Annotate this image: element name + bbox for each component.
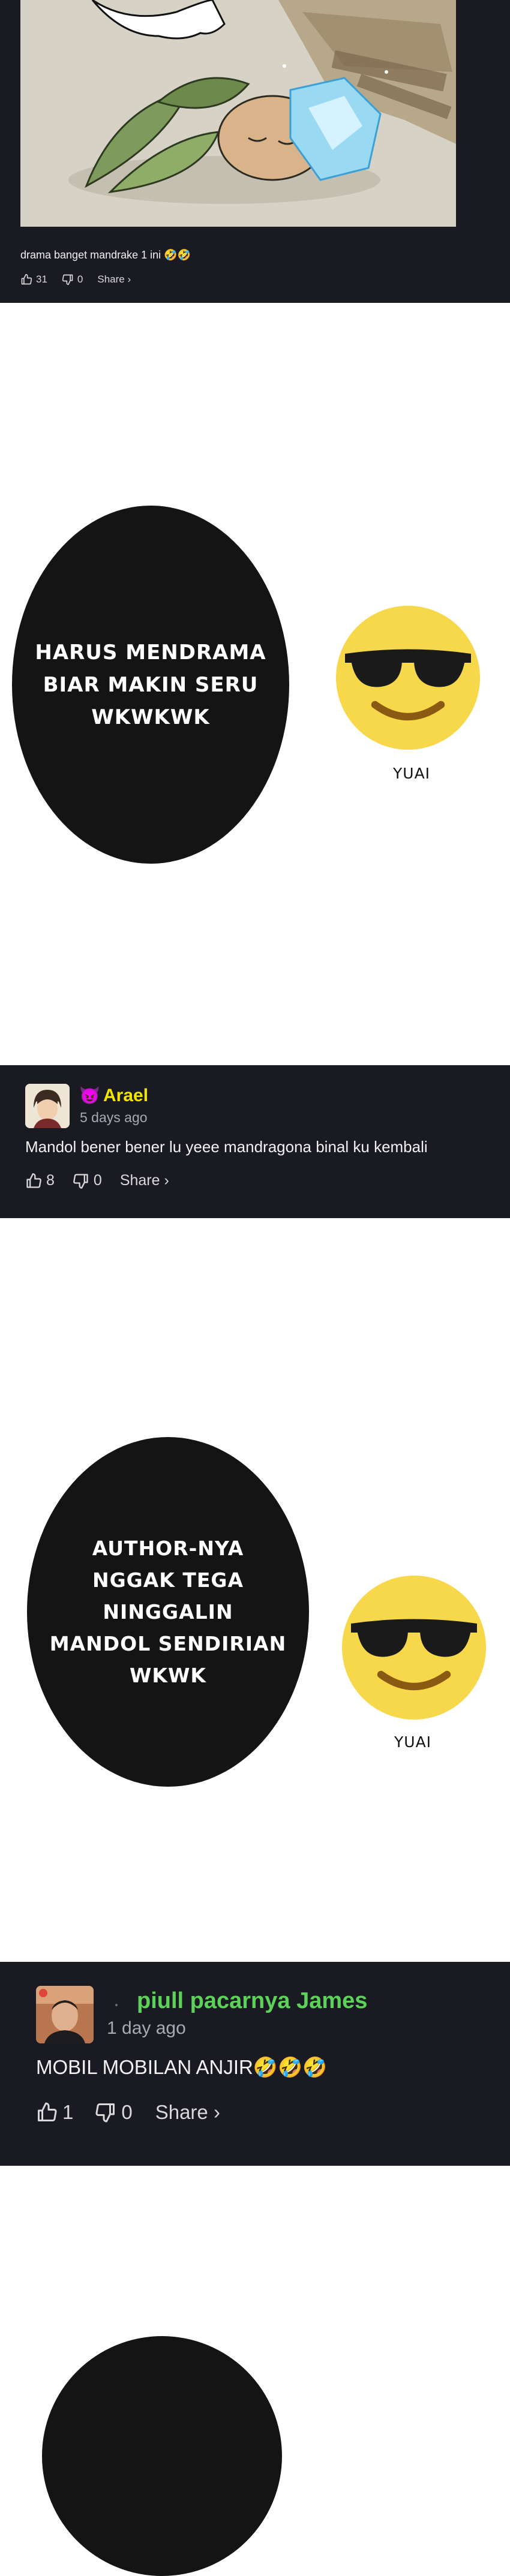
speech-bubble-3 <box>42 2336 282 2576</box>
like-count: 31 <box>36 273 47 285</box>
sunglasses-emoji-icon <box>342 1576 486 1720</box>
like-button[interactable]: 1 <box>36 2101 73 2124</box>
dislike-button[interactable]: 0 <box>62 273 83 285</box>
share-label: Share › <box>119 1172 169 1189</box>
speech-bubble-text: HARUS MENDRAMA BIAR MAKIN SERU WKWKWK <box>35 640 266 729</box>
comment-image[interactable] <box>20 0 456 227</box>
thumbs-up-icon <box>38 2102 57 2121</box>
share-label: Share › <box>97 273 131 285</box>
dislike-count: 0 <box>77 273 83 285</box>
thumbs-up-icon <box>26 1173 41 1188</box>
share-button[interactable]: Share › <box>155 2101 220 2124</box>
user-badge: 😈 <box>79 1086 100 1105</box>
username[interactable]: Arael <box>103 1086 148 1106</box>
thumbs-down-icon <box>62 274 73 285</box>
like-count: 8 <box>46 1172 55 1189</box>
avatar-image <box>25 1084 70 1128</box>
timestamp: 1 day ago <box>107 2018 186 2038</box>
thumbs-down-icon <box>95 2103 115 2123</box>
user-status-dot <box>115 2004 118 2006</box>
avatar[interactable] <box>36 1986 94 2043</box>
username[interactable]: piull pacarnya James <box>137 1988 367 2014</box>
comment-text: drama banget mandrake 1 ini 🤣🤣 <box>20 249 191 261</box>
avatar[interactable] <box>25 1084 70 1128</box>
share-button[interactable]: Share › <box>120 1172 169 1189</box>
speech-bubble-text: AUTHOR-NYA NGGAK TEGA NINGGALIN MANDOL S… <box>49 1537 287 1687</box>
dislike-button[interactable]: 0 <box>95 2101 133 2124</box>
comment-text: Mandol bener bener lu yeee mandragona bi… <box>25 1138 428 1156</box>
comment-text: MOBIL MOBILAN ANJIR🤣🤣🤣 <box>36 2056 328 2078</box>
like-button[interactable]: 31 <box>20 273 47 285</box>
comment-card-3: piull pacarnya James 1 day ago MOBIL MOB… <box>0 1962 510 2166</box>
dislike-count: 0 <box>121 2101 133 2123</box>
like-count: 1 <box>62 2101 74 2123</box>
speech-bubble-2: AUTHOR-NYA NGGAK TEGA NINGGALIN MANDOL S… <box>27 1437 309 1787</box>
comic-image-art <box>20 0 456 227</box>
avatar-image <box>36 1986 94 2043</box>
dislike-count: 0 <box>93 1172 102 1189</box>
share-label: Share › <box>155 2101 220 2123</box>
share-button[interactable]: Share › <box>97 273 131 285</box>
speech-bubble-1: HARUS MENDRAMA BIAR MAKIN SERU WKWKWK <box>12 506 289 864</box>
comment-card-2: 😈 Arael 5 days ago Mandol bener bener lu… <box>0 1065 510 1218</box>
comment-actions: 8 0 Share › <box>25 1172 169 1189</box>
comment-card-1: drama banget mandrake 1 ini 🤣🤣 31 0 Shar… <box>0 0 510 303</box>
thumbs-down-icon <box>73 1173 88 1189</box>
artist-credit: YUAI <box>393 765 431 782</box>
thumbs-up-icon <box>21 273 32 285</box>
like-button[interactable]: 8 <box>25 1172 55 1189</box>
comment-actions: 31 0 Share › <box>20 273 131 285</box>
sunglasses-emoji-icon <box>336 606 480 750</box>
timestamp: 5 days ago <box>80 1110 148 1125</box>
comment-actions: 1 0 Share › <box>36 2101 220 2124</box>
dislike-button[interactable]: 0 <box>73 1172 102 1189</box>
artist-credit: YUAI <box>394 1733 432 1751</box>
